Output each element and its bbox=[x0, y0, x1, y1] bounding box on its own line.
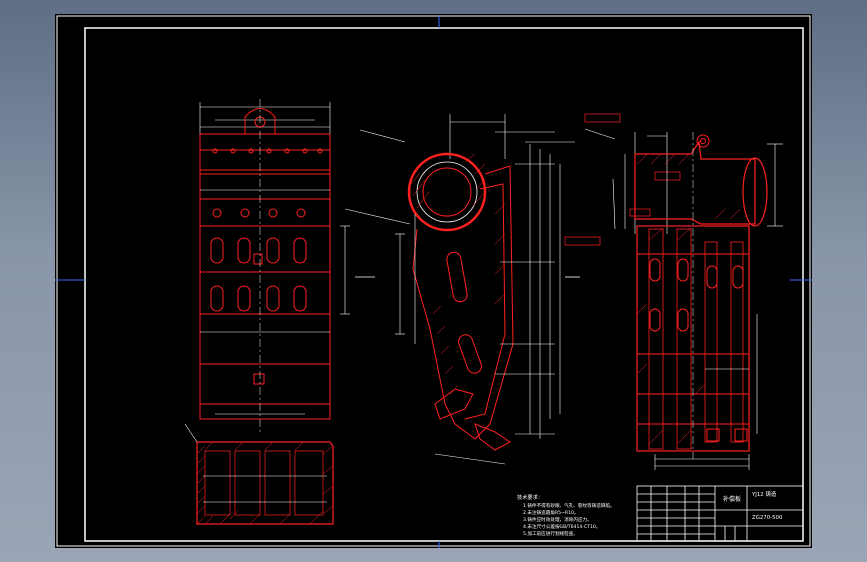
tech-req-line: 5.加工前应进行划线检查。 bbox=[523, 530, 578, 537]
tech-req-line: 4.未注尺寸公差按GB/T6414-CT10。 bbox=[523, 523, 600, 530]
cad-viewport[interactable]: 技术要求： 1.铸件不得有砂眼、气孔、裂纹等铸造缺陷。 2.未注铸造圆角R5~R… bbox=[0, 0, 867, 562]
title-material-code: ZG270-500 bbox=[752, 515, 783, 521]
drawing-sheet: 技术要求： 1.铸件不得有砂眼、气孔、裂纹等铸造缺陷。 2.未注铸造圆角R5~R… bbox=[55, 14, 812, 548]
tech-req-line: 3.铸件应时效处理，消除内应力。 bbox=[523, 516, 592, 523]
inner-frame bbox=[84, 27, 804, 542]
title-drawing-number: YJ12 铸造 bbox=[751, 490, 777, 498]
technical-requirements: 技术要求： 1.铸件不得有砂眼、气孔、裂纹等铸造缺陷。 2.未注铸造圆角R5~R… bbox=[517, 493, 615, 537]
axis-markers bbox=[55, 16, 812, 548]
left-view bbox=[184, 99, 350, 525]
title-block: 补偿板 YJ12 铸造 ZG270-500 bbox=[636, 485, 804, 542]
outer-border bbox=[56, 15, 811, 547]
drawing-canvas: 技术要求： 1.铸件不得有砂眼、气孔、裂纹等铸造缺陷。 2.未注铸造圆角R5~R… bbox=[55, 15, 812, 548]
tech-req-line: 技术要求： bbox=[517, 493, 543, 501]
title-part-name: 补偿板 bbox=[723, 495, 741, 503]
middle-view bbox=[344, 114, 580, 465]
tech-req-line: 1.铸件不得有砂眼、气孔、裂纹等铸造缺陷。 bbox=[523, 502, 615, 509]
tech-req-line: 2.未注铸造圆角R5~R10。 bbox=[523, 509, 579, 516]
right-view bbox=[564, 113, 783, 470]
